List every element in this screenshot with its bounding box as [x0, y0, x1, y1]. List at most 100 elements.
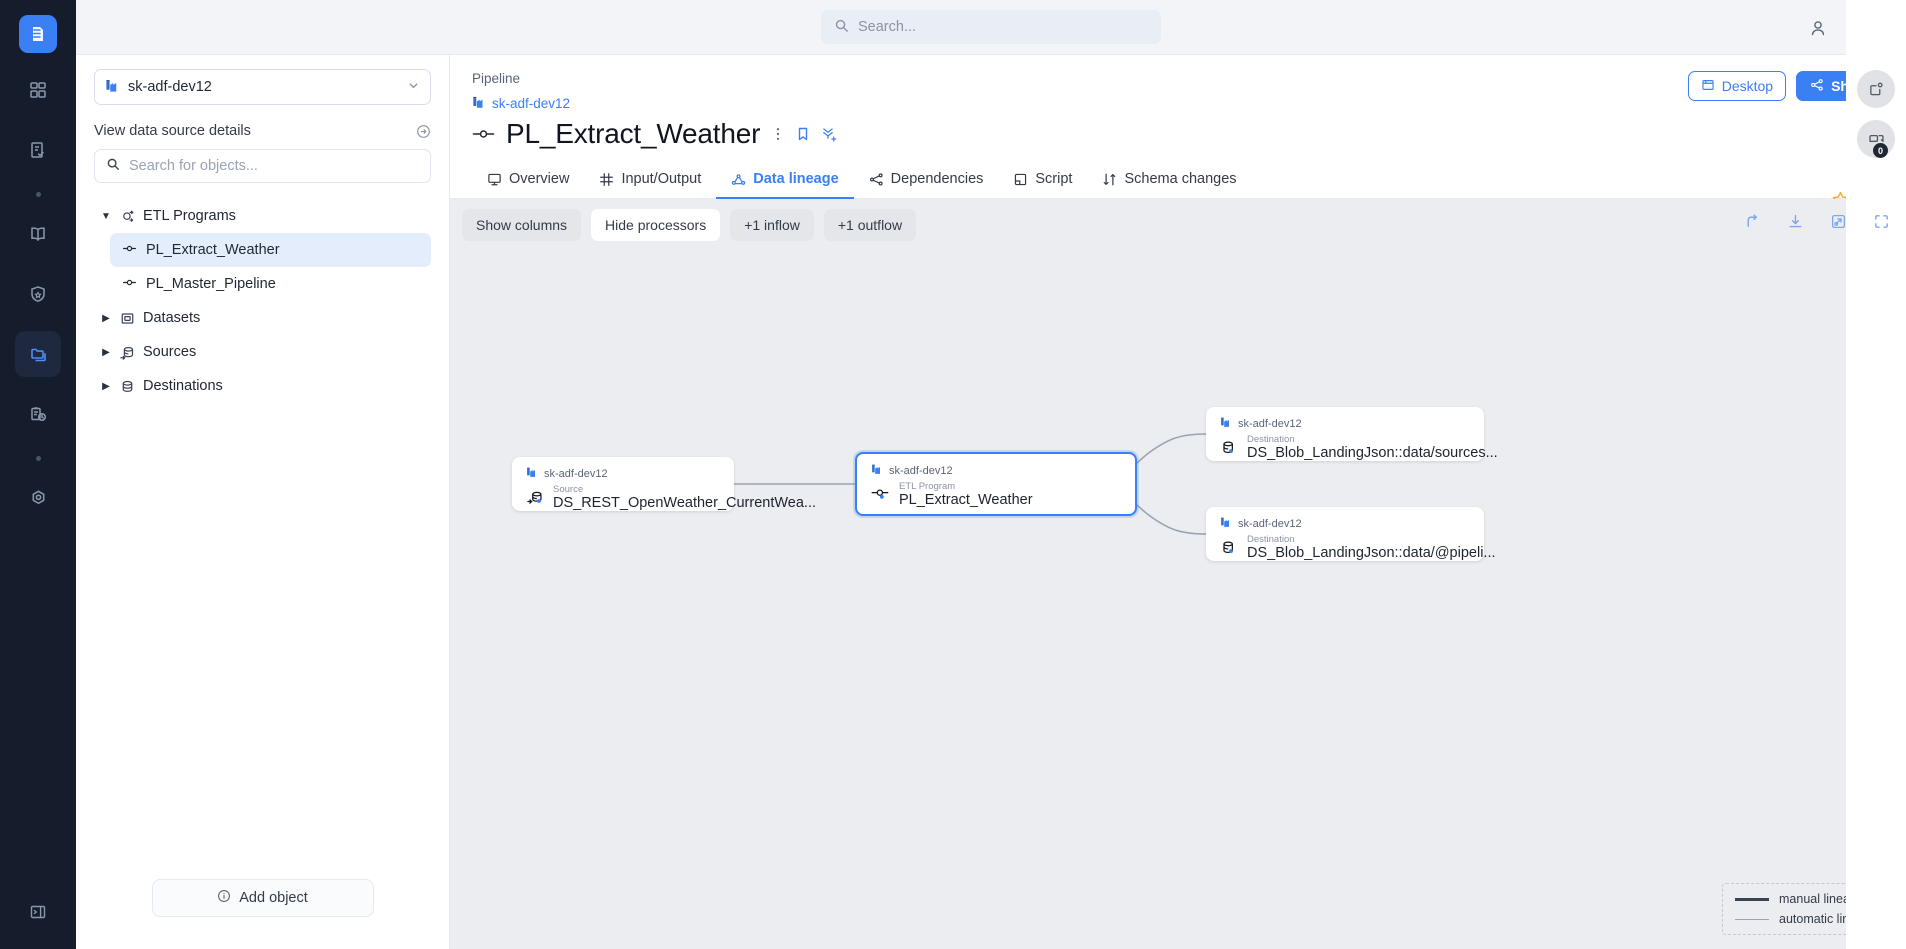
share-arrow-icon[interactable] — [1744, 213, 1761, 230]
node-datasource: sk-adf-dev12 — [1220, 516, 1470, 531]
node-kind: Source — [553, 484, 584, 495]
desktop-button[interactable]: Desktop — [1687, 71, 1787, 101]
hide-processors-button[interactable]: Hide processors — [591, 209, 721, 241]
shield-star-icon[interactable] — [15, 271, 61, 317]
breadcrumb-type: Pipeline — [472, 71, 521, 86]
lineage-node-destination-1[interactable]: sk-adf-dev12 Destination DS_Blob_Landing… — [1206, 407, 1498, 461]
search-icon — [834, 18, 849, 37]
tree-item-pl-master-pipeline[interactable]: PL_Master_Pipeline — [110, 267, 431, 301]
download-icon[interactable] — [1787, 213, 1804, 230]
chevron-down-icon[interactable] — [407, 79, 420, 96]
comments-badge: 0 — [1873, 143, 1888, 158]
factory-icon — [526, 466, 538, 481]
node-datasource: sk-adf-dev12 — [871, 463, 1121, 478]
node-datasource-label: sk-adf-dev12 — [544, 467, 608, 480]
tree-node-etl-programs[interactable]: ▼ ETL Programs — [94, 199, 431, 233]
node-text: ETL Program PL_Extract_Weather — [899, 481, 1033, 508]
user-avatar-icon[interactable] — [1790, 0, 1846, 55]
fullscreen-icon[interactable] — [1873, 213, 1890, 230]
dashboard-icon[interactable] — [15, 67, 61, 113]
datasource-select[interactable]: sk-adf-dev12 — [94, 69, 431, 105]
sources-icon — [120, 345, 135, 360]
node-datasource-label: sk-adf-dev12 — [1238, 417, 1302, 430]
lineage-node-etl-program[interactable]: sk-adf-dev12 ETL Program PL_Extract_Weat… — [855, 452, 1137, 516]
tab-dependencies[interactable]: Dependencies — [854, 162, 999, 199]
tree-node-label: Datasets — [143, 310, 201, 326]
destinations-icon — [120, 379, 135, 394]
show-columns-label: Show columns — [476, 217, 568, 233]
page-tabs: Overview Input/Output Data lineage Depen… — [450, 162, 1906, 199]
lineage-canvas[interactable]: Show columns Hide processors +1 inflow +… — [450, 199, 1906, 949]
collapse-panel-icon[interactable] — [15, 889, 61, 935]
lineage-node-source[interactable]: sk-adf-dev12 Source DS_REST_OpenWeather_… — [512, 457, 816, 511]
node-text: Destination DS_Blob_LandingJson::data/@p… — [1247, 534, 1496, 561]
tree-item-label: PL_Master_Pipeline — [146, 276, 276, 292]
outflow-button[interactable]: +1 outflow — [823, 209, 917, 241]
node-text: Destination DS_Blob_LandingJson::data/so… — [1247, 434, 1498, 461]
expand-popout-icon[interactable] — [1830, 213, 1847, 230]
source-db-icon — [526, 484, 545, 508]
lineage-node-destination-2[interactable]: sk-adf-dev12 Destination DS_Blob_Landing… — [1206, 507, 1496, 561]
caret-expanded-icon[interactable]: ▼ — [100, 211, 112, 222]
tree-item-pl-extract-weather[interactable]: PL_Extract_Weather — [110, 233, 431, 267]
search-icon — [106, 157, 120, 175]
lineage-toolbar: Show columns Hide processors +1 inflow +… — [462, 209, 917, 241]
etl-program-icon — [472, 127, 495, 141]
arrow-circle-right-icon[interactable] — [416, 124, 431, 139]
tab-script[interactable]: Script — [998, 162, 1087, 199]
tree-node-datasets[interactable]: ▶ Datasets — [94, 301, 431, 335]
destination-db-icon — [1220, 434, 1239, 458]
tasks-icon[interactable] — [15, 127, 61, 173]
manual-lineage-line — [1735, 897, 1770, 901]
etl-program-icon — [122, 276, 137, 292]
global-search-input[interactable]: Search... — [821, 10, 1161, 44]
factory-icon — [1220, 516, 1232, 531]
object-sidebar: sk-adf-dev12 View data source details Se… — [76, 55, 450, 949]
outflow-label: +1 outflow — [837, 217, 903, 233]
tab-input-output[interactable]: Input/Output — [584, 162, 716, 199]
more-options-icon[interactable] — [771, 126, 785, 142]
breadcrumb-datasource-link[interactable]: sk-adf-dev12 — [472, 95, 1884, 112]
page-title: PL_Extract_Weather — [506, 118, 761, 149]
node-name: DS_Blob_LandingJson::data/sources... — [1247, 445, 1498, 461]
clipboard-clock-icon[interactable] — [15, 391, 61, 437]
node-kind: Destination — [1247, 534, 1295, 545]
factory-icon — [1220, 416, 1232, 431]
new-window-icon[interactable] — [1857, 70, 1895, 108]
add-object-wrapper: Add object — [76, 879, 449, 917]
show-columns-button[interactable]: Show columns — [462, 209, 582, 241]
tree-node-destinations[interactable]: ▶ Destinations — [94, 369, 431, 403]
dot-separator — [35, 456, 41, 461]
tree-node-label: ETL Programs — [143, 208, 236, 224]
node-body: Destination DS_Blob_LandingJson::data/@p… — [1220, 534, 1496, 561]
inflow-button[interactable]: +1 inflow — [730, 209, 814, 241]
tree-node-label: Sources — [143, 344, 197, 360]
topbar-right-spacer — [1846, 0, 1906, 55]
tab-data-lineage[interactable]: Data lineage — [716, 162, 854, 199]
datahub-logo[interactable] — [19, 15, 57, 53]
add-lineage-icon[interactable] — [821, 126, 838, 143]
left-icon-rail — [0, 0, 76, 949]
glossary-book-icon[interactable] — [15, 211, 61, 257]
tab-overview[interactable]: Overview — [472, 162, 584, 199]
bookmark-icon[interactable] — [796, 126, 810, 143]
node-datasource-label: sk-adf-dev12 — [889, 464, 953, 477]
comments-icon[interactable]: 0 — [1857, 120, 1895, 158]
tab-label: Input/Output — [621, 171, 702, 187]
caret-collapsed-icon[interactable]: ▶ — [100, 381, 112, 392]
datasets-icon — [120, 311, 135, 326]
node-datasource-label: sk-adf-dev12 — [1238, 517, 1302, 530]
factory-icon — [105, 78, 120, 97]
object-search-input[interactable]: Search for objects... — [94, 149, 431, 183]
catalog-folders-icon[interactable] — [15, 331, 61, 377]
etl-programs-icon — [120, 209, 135, 224]
caret-collapsed-icon[interactable]: ▶ — [100, 313, 112, 324]
caret-collapsed-icon[interactable]: ▶ — [100, 347, 112, 358]
share-nodes-icon — [1810, 78, 1824, 95]
tab-schema-changes[interactable]: Schema changes — [1087, 162, 1251, 199]
page-header: Pipeline sk-adf-dev12 PL_Extract_Weather — [450, 55, 1906, 207]
hexagon-settings-icon[interactable] — [15, 475, 61, 521]
tree-node-sources[interactable]: ▶ Sources — [94, 335, 431, 369]
tab-label: Dependencies — [890, 171, 984, 187]
add-object-button[interactable]: Add object — [151, 879, 374, 917]
